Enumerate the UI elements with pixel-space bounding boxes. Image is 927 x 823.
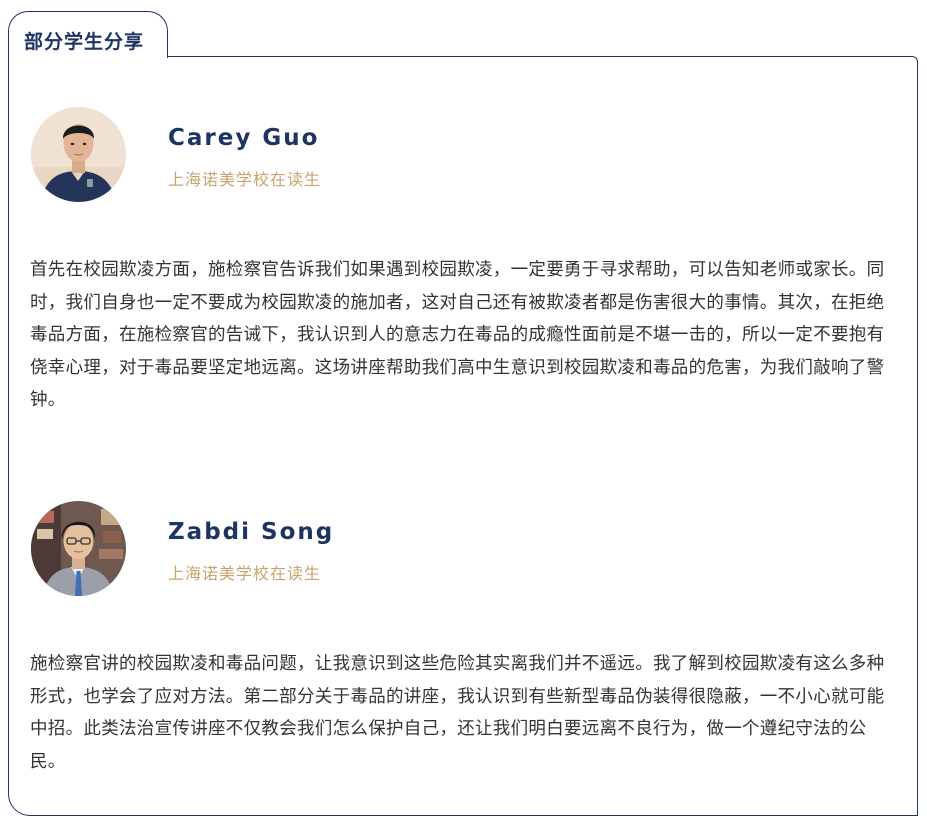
student-testimonial: 施检察官讲的校园欺凌和毒品问题，让我意识到这些危险其实离我们并不遥远。我了解到校… — [30, 654, 885, 772]
student-name: Zabdi Song — [168, 519, 335, 545]
student-school: 上海诺美学校在读生 — [168, 564, 322, 583]
student-avatar — [31, 107, 126, 202]
student-testimonial: 首先在校园欺凌方面，施检察官告诉我们如果遇到校园欺凌，一定要勇于寻求帮助，可以告… — [30, 260, 885, 410]
section-title: 部分学生分享 — [24, 31, 145, 53]
student-avatar — [31, 501, 126, 596]
student-name: Carey Guo — [168, 125, 320, 151]
student-photo-zabdi — [31, 501, 126, 596]
section-tab: 部分学生分享 — [8, 11, 168, 58]
student-school: 上海诺美学校在读生 — [168, 170, 322, 189]
student-photo-carey — [31, 107, 126, 202]
